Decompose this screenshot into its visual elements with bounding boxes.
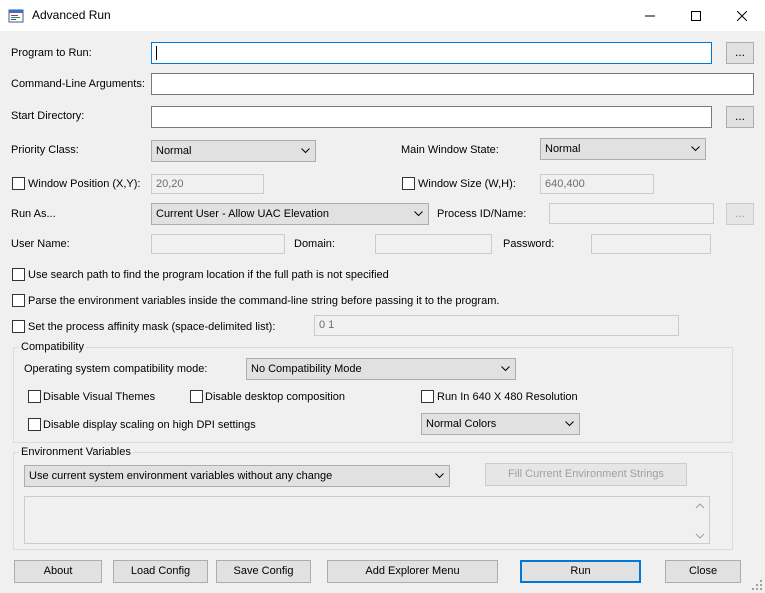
pid-label: Process ID/Name: — [437, 208, 527, 220]
priority-select[interactable]: Normal — [151, 140, 316, 162]
app-window-icon — [8, 9, 24, 23]
os-mode-select[interactable]: No Compatibility Mode — [246, 358, 516, 380]
env-mode-select-value: Use current system environment variables… — [29, 470, 333, 482]
startdir-label: Start Directory: — [11, 110, 85, 122]
affinity-label: Set the process affinity mask (space-del… — [28, 321, 276, 333]
runas-label: Run As... — [11, 208, 56, 220]
username-input[interactable] — [151, 234, 285, 254]
environment-title: Environment Variables — [19, 445, 133, 459]
scroll-up-icon[interactable] — [695, 503, 705, 509]
maximize-button[interactable] — [673, 0, 719, 31]
minimize-icon — [645, 15, 655, 16]
program-browse-button[interactable]: ... — [726, 42, 754, 64]
env-strings-textarea[interactable] — [24, 496, 710, 544]
password-label: Password: — [503, 238, 555, 250]
load-config-button[interactable]: Load Config — [113, 560, 208, 583]
domain-input[interactable] — [375, 234, 492, 254]
title-bar: Advanced Run — [0, 0, 765, 31]
window-title: Advanced Run — [32, 8, 111, 22]
args-input[interactable] — [151, 73, 754, 95]
scroll-down-icon[interactable] — [695, 533, 705, 539]
username-label: User Name: — [11, 238, 70, 250]
priority-select-value: Normal — [156, 145, 192, 157]
save-config-button[interactable]: Save Config — [216, 560, 311, 583]
affinity-input[interactable]: 0 1 — [314, 315, 679, 336]
colors-select-value: Normal Colors — [426, 418, 497, 430]
window-position-label: Window Position (X,Y): — [28, 178, 141, 190]
args-label: Command-Line Arguments: — [11, 78, 145, 90]
about-button[interactable]: About — [14, 560, 102, 583]
chevron-down-icon — [301, 148, 310, 154]
maximize-icon — [691, 10, 701, 21]
startdir-browse-button[interactable]: ... — [726, 106, 754, 128]
priority-label: Priority Class: — [11, 144, 79, 156]
colors-select[interactable]: Normal Colors — [421, 413, 580, 435]
affinity-checkbox[interactable] — [12, 320, 25, 333]
mainwin-label: Main Window State: — [401, 144, 499, 156]
fill-env-button[interactable]: Fill Current Environment Strings — [485, 463, 687, 486]
domain-label: Domain: — [294, 238, 335, 250]
compatibility-title: Compatibility — [19, 340, 86, 354]
search-path-label: Use search path to find the program loca… — [28, 269, 389, 281]
env-mode-select[interactable]: Use current system environment variables… — [24, 465, 450, 487]
os-mode-label: Operating system compatibility mode: — [24, 363, 208, 375]
close-button[interactable]: Close — [665, 560, 741, 583]
window-size-input[interactable]: 640,400 — [540, 174, 654, 194]
close-icon — [737, 10, 747, 21]
password-input[interactable] — [591, 234, 711, 254]
program-label: Program to Run: — [11, 47, 92, 59]
startdir-input[interactable] — [151, 106, 712, 128]
run-640-label: Run In 640 X 480 Resolution — [437, 391, 578, 403]
chevron-down-icon — [691, 146, 700, 152]
runas-select[interactable]: Current User - Allow UAC Elevation — [151, 203, 429, 225]
text-caret — [156, 46, 157, 60]
disable-desktop-checkbox[interactable] — [190, 390, 203, 403]
window-size-label: Window Size (W,H): — [418, 178, 516, 190]
run-640-checkbox[interactable] — [421, 390, 434, 403]
window-position-input[interactable]: 20,20 — [151, 174, 264, 194]
disable-visual-checkbox[interactable] — [28, 390, 41, 403]
chevron-down-icon — [435, 473, 444, 479]
chevron-down-icon — [501, 366, 510, 372]
disable-desktop-label: Disable desktop composition — [205, 391, 346, 403]
runas-select-value: Current User - Allow UAC Elevation — [156, 208, 330, 220]
mainwin-select-value: Normal — [545, 143, 581, 155]
disable-visual-label: Disable Visual Themes — [43, 391, 156, 403]
disable-dpi-label: Disable display scaling on high DPI sett… — [43, 419, 256, 431]
disable-dpi-checkbox[interactable] — [28, 418, 41, 431]
parse-env-label: Parse the environment variables inside t… — [28, 295, 500, 307]
resize-grip-icon[interactable] — [752, 580, 763, 591]
window-size-checkbox[interactable] — [402, 177, 415, 190]
parse-env-checkbox[interactable] — [12, 294, 25, 307]
search-path-checkbox[interactable] — [12, 268, 25, 281]
minimize-button[interactable] — [627, 0, 673, 31]
program-input[interactable] — [151, 42, 712, 64]
close-window-button[interactable] — [719, 0, 765, 31]
pid-browse-button[interactable]: ... — [726, 203, 754, 225]
mainwin-select[interactable]: Normal — [540, 138, 706, 160]
add-explorer-menu-button[interactable]: Add Explorer Menu — [327, 560, 498, 583]
chevron-down-icon — [414, 211, 423, 217]
window-position-checkbox[interactable] — [12, 177, 25, 190]
os-mode-select-value: No Compatibility Mode — [251, 363, 362, 375]
chevron-down-icon — [565, 421, 574, 427]
pid-input[interactable] — [549, 203, 714, 224]
run-button[interactable]: Run — [520, 560, 641, 583]
